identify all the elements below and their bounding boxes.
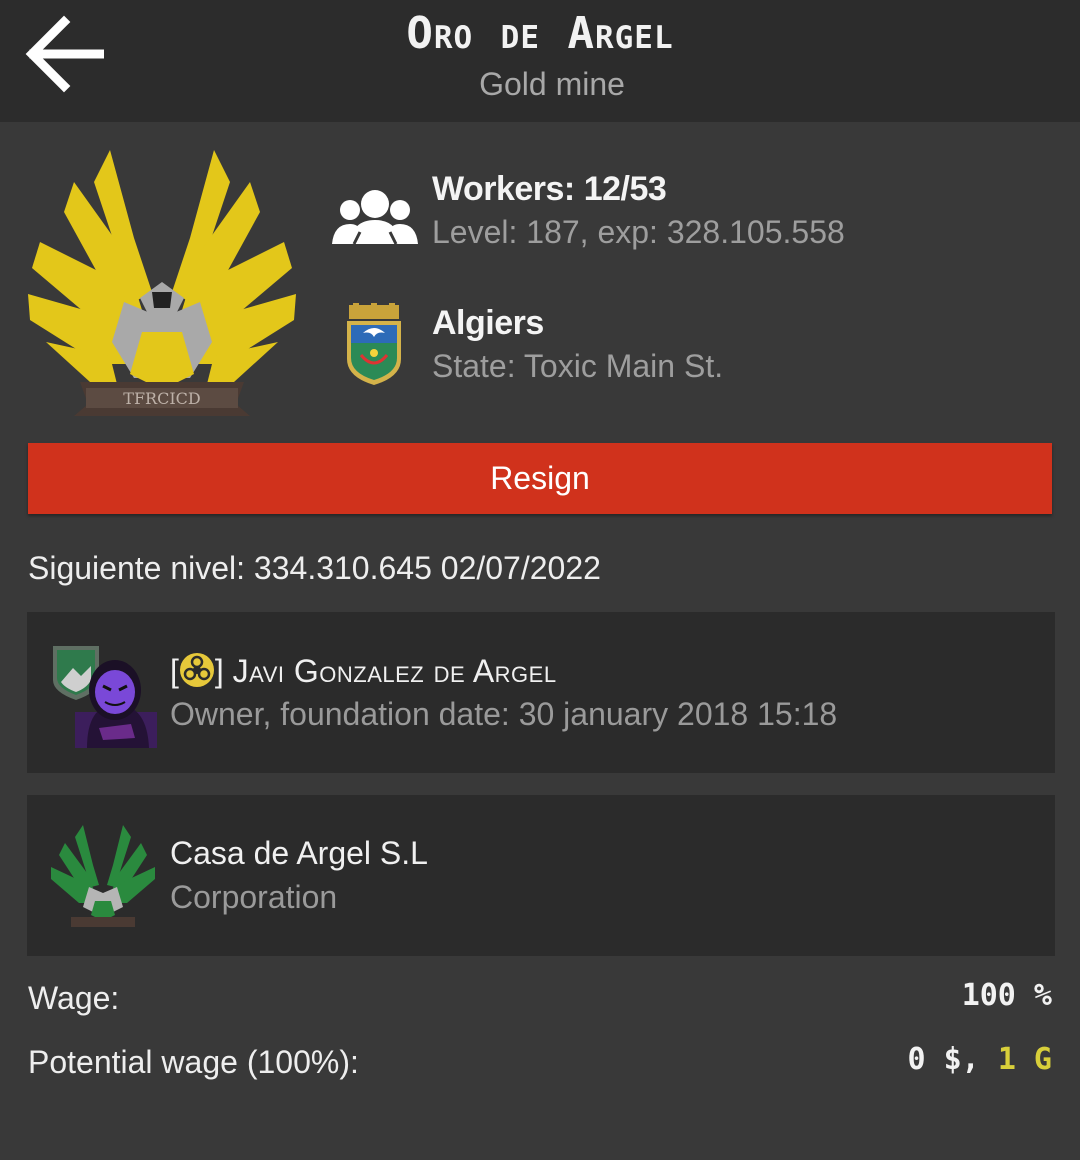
party-bracket-open: [ [170, 653, 179, 689]
owner-avatar [53, 646, 157, 748]
corporation-type: Corporation [170, 879, 338, 915]
page-subtitle: Gold mine [479, 66, 625, 102]
group-icon [332, 190, 418, 245]
biohazard-icon [179, 653, 214, 687]
region-state: State: Toxic Main St. [432, 348, 724, 384]
app-header: Oro de Argel Gold mine [0, 0, 1080, 122]
corporation-card[interactable]: Casa de Argel S.L Corporation [27, 795, 1055, 956]
potential-wage-value: 0 $, 1 G [908, 1042, 1053, 1077]
page-title: Oro de Argel [406, 8, 674, 59]
workers-level: Level: 187, exp: 328.105.558 [432, 214, 845, 250]
svg-text:TFRCICD: TFRCICD [123, 389, 200, 408]
eagle-emblem-logo: TFRCICD [28, 150, 296, 416]
owner-foundation-date: Owner, foundation date: 30 january 2018 … [170, 696, 838, 732]
party-bracket-close: ] [214, 653, 224, 689]
wage-label: Wage: [28, 980, 120, 1016]
owner-card[interactable]: [] Javi Gonzalez de Argel Owner, foundat… [27, 612, 1055, 773]
owner-name-line: [] Javi Gonzalez de Argel [170, 652, 557, 690]
corporation-name[interactable]: Casa de Argel S.L [170, 835, 428, 872]
next-level-info: Siguiente nivel: 334.310.645 02/07/2022 [28, 550, 601, 586]
wage-value: 100 % [961, 978, 1052, 1013]
potential-wage-money: 0 $, [907, 1042, 980, 1077]
potential-wage-label: Potential wage (100%): [28, 1044, 359, 1080]
owner-name[interactable]: Javi Gonzalez de Argel [233, 653, 557, 689]
potential-wage-gold: 1 G [997, 1042, 1052, 1077]
region-name[interactable]: Algiers [432, 304, 544, 343]
corporation-logo [51, 825, 155, 927]
workers-count: Workers: 12/53 [432, 170, 667, 208]
resign-button[interactable]: Resign [28, 443, 1052, 514]
region-coat-of-arms-icon[interactable] [345, 303, 403, 387]
